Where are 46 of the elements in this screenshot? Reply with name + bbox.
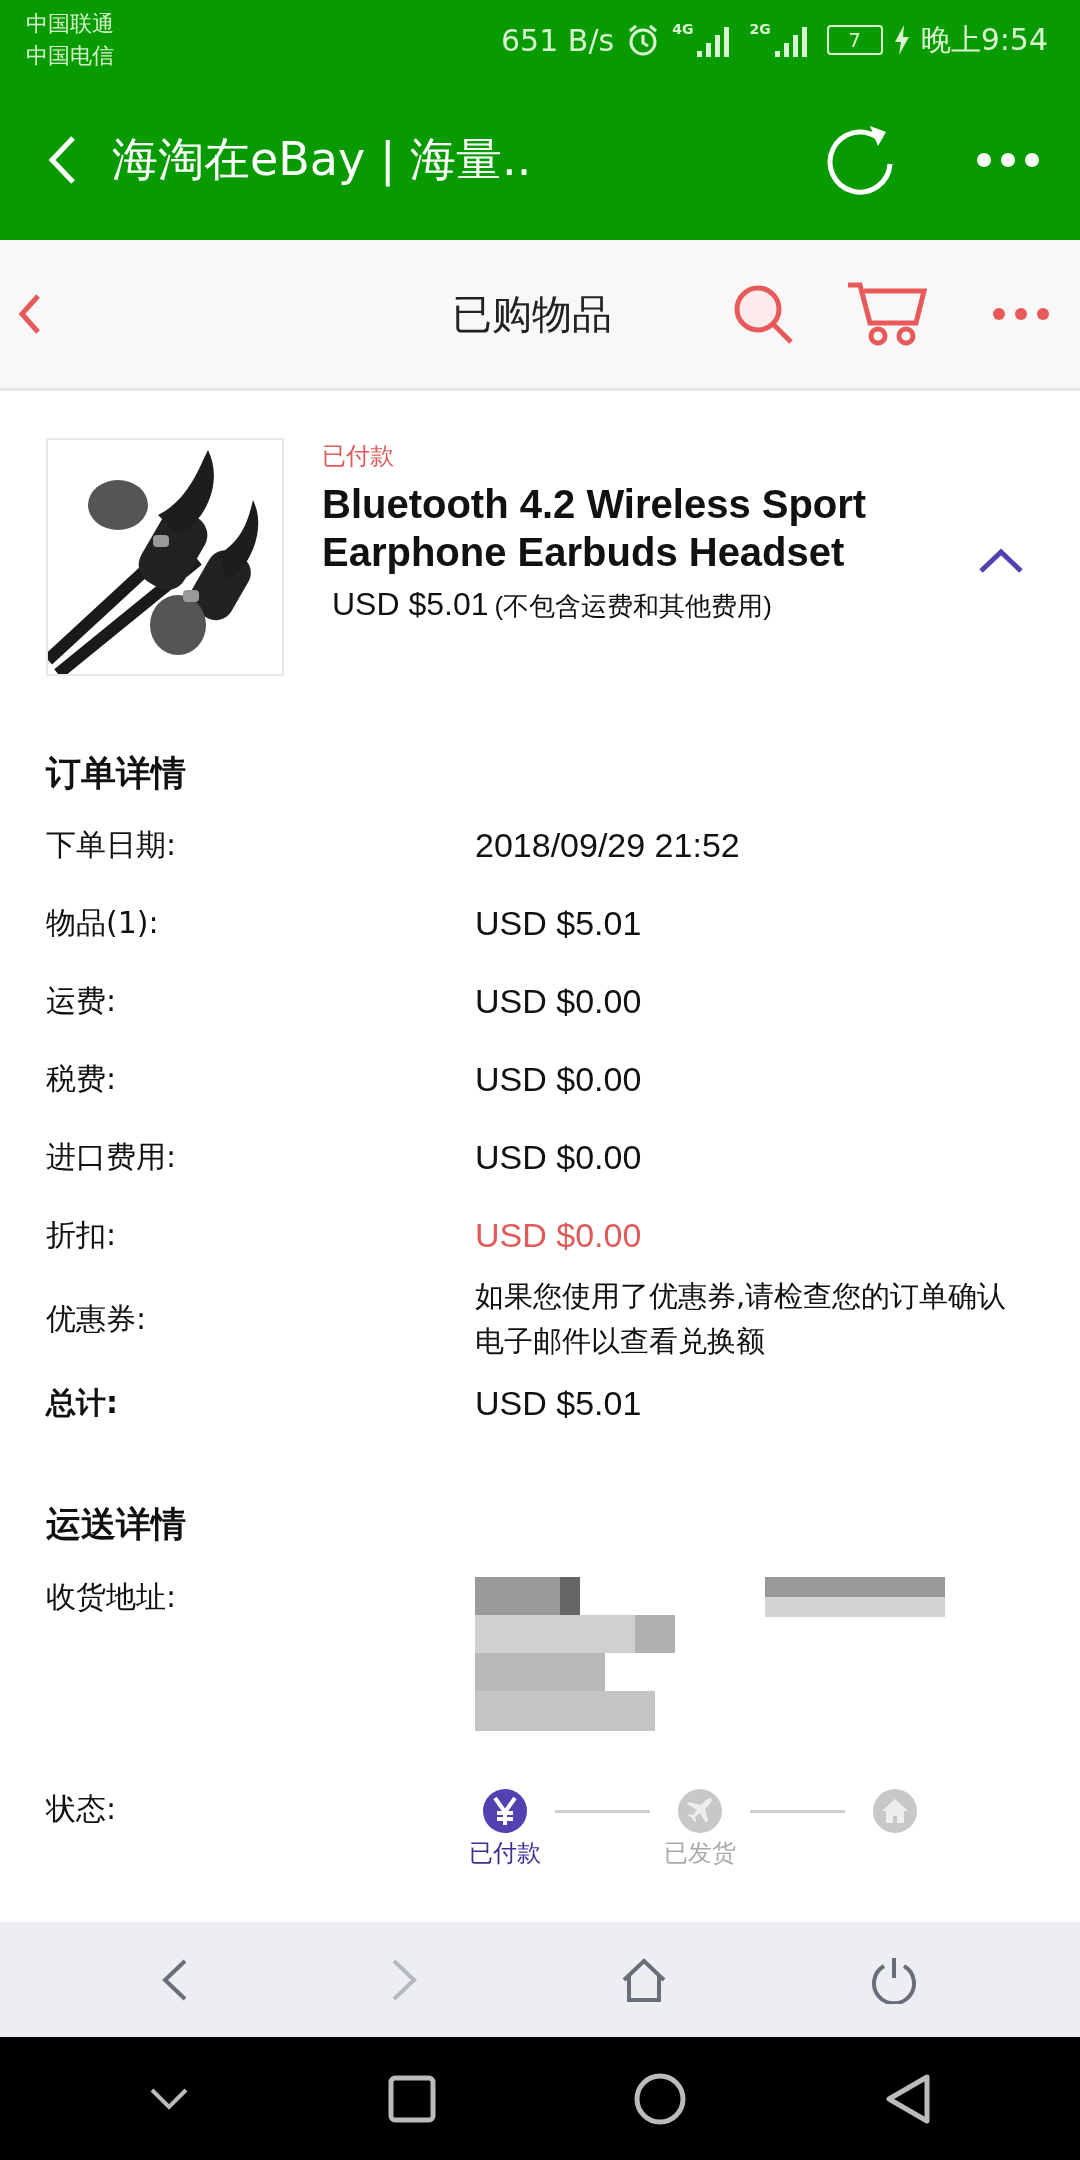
- field-label: 下单日期:: [46, 825, 178, 864]
- section-heading: 订单详情: [46, 752, 187, 795]
- back-button[interactable]: [884, 2072, 931, 2125]
- step-label: 已发货: [664, 1838, 736, 1869]
- step-label: 已付款: [469, 1838, 541, 1869]
- order-status: 已付款: [322, 441, 394, 472]
- page-title: 已购物品: [452, 289, 612, 339]
- field-label: 物品(1):: [46, 903, 160, 942]
- collapse-button[interactable]: [978, 548, 1024, 574]
- field-label: 状态:: [46, 1790, 118, 1828]
- collapse-button[interactable]: [149, 2086, 190, 2111]
- field-value: USD $0.00: [475, 1215, 642, 1255]
- field-label: 折扣:: [46, 1215, 118, 1254]
- app-title: 海淘在eBay | 海量..: [112, 131, 533, 189]
- power-button[interactable]: [870, 1955, 919, 2004]
- more-button[interactable]: [992, 307, 1050, 321]
- field-value: USD $0.00: [475, 981, 642, 1021]
- clock-time: 晚上9:54: [920, 20, 1048, 59]
- cart-button[interactable]: [846, 281, 928, 347]
- carrier-name: 中国联通: [26, 10, 114, 38]
- field-value: USD $5.01: [475, 903, 642, 943]
- more-button[interactable]: [976, 152, 1040, 168]
- field-label: 优惠券:: [46, 1299, 148, 1338]
- battery-icon: 7: [826, 25, 883, 55]
- item-title: Bluetooth 4.2 Wireless Sport Earphone Earbuds Headset: [322, 481, 868, 576]
- price-note: (不包含运费和其他费用): [494, 590, 772, 623]
- field-label: 运费:: [46, 981, 118, 1020]
- charging-icon: [894, 25, 909, 55]
- carrier-name: 中国电信: [26, 42, 114, 70]
- field-label: 进口费用:: [46, 1137, 178, 1176]
- network-label: 4G: [672, 21, 694, 37]
- recent-apps-button[interactable]: [387, 2074, 436, 2123]
- search-button[interactable]: [732, 283, 794, 345]
- field-value: USD $0.00: [475, 1059, 642, 1099]
- section-heading: 运送详情: [46, 1503, 187, 1546]
- field-label: 收货地址:: [46, 1578, 178, 1616]
- field-value: 如果您使用了优惠券,请检查您的订单确认电子邮件以查看兑换额: [475, 1278, 1008, 1360]
- network-label: 2G: [749, 21, 771, 37]
- field-value: USD $0.00: [475, 1137, 642, 1177]
- network-speed: 651 B/s: [501, 22, 615, 58]
- field-value: 2018/09/29 21:52: [475, 825, 740, 865]
- field-value: USD $5.01: [475, 1383, 642, 1423]
- field-label: 税费:: [46, 1059, 118, 1098]
- home-button[interactable]: [634, 2072, 687, 2125]
- field-label: 总计:: [46, 1383, 119, 1422]
- item-price: USD $5.01: [332, 586, 489, 623]
